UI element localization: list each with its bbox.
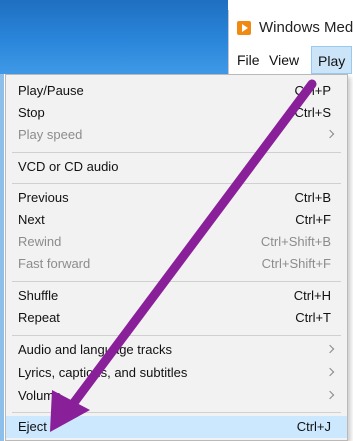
menu-item-rewind[interactable]: Rewind Ctrl+Shift+B [6, 231, 347, 253]
menu-item-play-speed[interactable]: Play speed [6, 124, 347, 146]
play-menu: Play/Pause Ctrl+P Stop Ctrl+S Play speed… [5, 74, 348, 441]
menu-item-label: Audio and language tracks [18, 342, 172, 357]
menu-item-next[interactable]: Next Ctrl+F [6, 209, 347, 231]
menu-file[interactable]: File [237, 46, 260, 74]
menu-item-label: Next [18, 212, 45, 227]
menu-view[interactable]: View [269, 46, 299, 74]
menu-item-label: Fast forward [18, 256, 91, 271]
chevron-right-icon [325, 390, 335, 400]
menu-item-volume[interactable]: Volume [6, 385, 347, 407]
menu-separator [12, 183, 341, 184]
menu-play[interactable]: Play [311, 46, 353, 74]
menu-item-previous[interactable]: Previous Ctrl+B [6, 187, 347, 209]
menu-item-play-pause[interactable]: Play/Pause Ctrl+P [6, 80, 347, 102]
menu-item-stop[interactable]: Stop Ctrl+S [6, 102, 347, 124]
menu-item-shortcut: Ctrl+Shift+B [260, 234, 331, 249]
menu-item-fast-forward[interactable]: Fast forward Ctrl+Shift+F [6, 253, 347, 275]
menu-item-shortcut: Ctrl+F [295, 212, 331, 227]
menu-item-label: VCD or CD audio [18, 159, 119, 174]
media-player-icon [237, 21, 251, 35]
menu-item-shortcut: Ctrl+T [295, 310, 331, 325]
menu-item-label: Lyrics, captions, and subtitles [18, 365, 188, 380]
chevron-right-icon [325, 129, 335, 139]
menu-item-shortcut: Ctrl+J [296, 419, 331, 434]
menu-bar: File View Play [228, 46, 353, 74]
menu-item-shortcut: Ctrl+Shift+F [261, 256, 331, 271]
window-title: Windows Med [259, 19, 353, 36]
menu-item-label: Stop [18, 105, 45, 120]
menu-item-label: Previous [18, 190, 69, 205]
menu-separator [12, 335, 341, 336]
chevron-right-icon [325, 344, 335, 354]
menu-item-shortcut: Ctrl+H [293, 288, 331, 303]
menu-item-lyrics-captions-subtitles[interactable]: Lyrics, captions, and subtitles [6, 362, 347, 384]
menu-item-shortcut: Ctrl+P [294, 83, 331, 98]
menu-item-eject[interactable]: Eject Ctrl+J [6, 416, 347, 438]
menu-item-shortcut: Ctrl+B [294, 190, 331, 205]
menu-item-vcd-cd-audio[interactable]: VCD or CD audio [6, 156, 347, 178]
menu-item-shuffle[interactable]: Shuffle Ctrl+H [6, 285, 347, 307]
menu-item-label: Eject [18, 419, 47, 434]
title-bar: Windows Med [228, 10, 353, 46]
menu-item-label: Repeat [18, 310, 60, 325]
chevron-right-icon [325, 367, 335, 377]
desktop-edge [0, 74, 4, 441]
menu-item-shortcut: Ctrl+S [294, 105, 331, 120]
desktop-background [0, 0, 228, 74]
menu-item-label: Rewind [18, 234, 62, 249]
menu-item-label: Play/Pause [18, 83, 84, 98]
menu-item-label: Volume [18, 388, 62, 403]
menu-item-repeat[interactable]: Repeat Ctrl+T [6, 307, 347, 329]
menu-separator [12, 152, 341, 153]
menu-item-label: Play speed [18, 127, 83, 142]
menu-separator [12, 281, 341, 282]
menu-item-audio-language-tracks[interactable]: Audio and language tracks [6, 339, 347, 361]
menu-item-label: Shuffle [18, 288, 59, 303]
menu-separator [12, 412, 341, 413]
